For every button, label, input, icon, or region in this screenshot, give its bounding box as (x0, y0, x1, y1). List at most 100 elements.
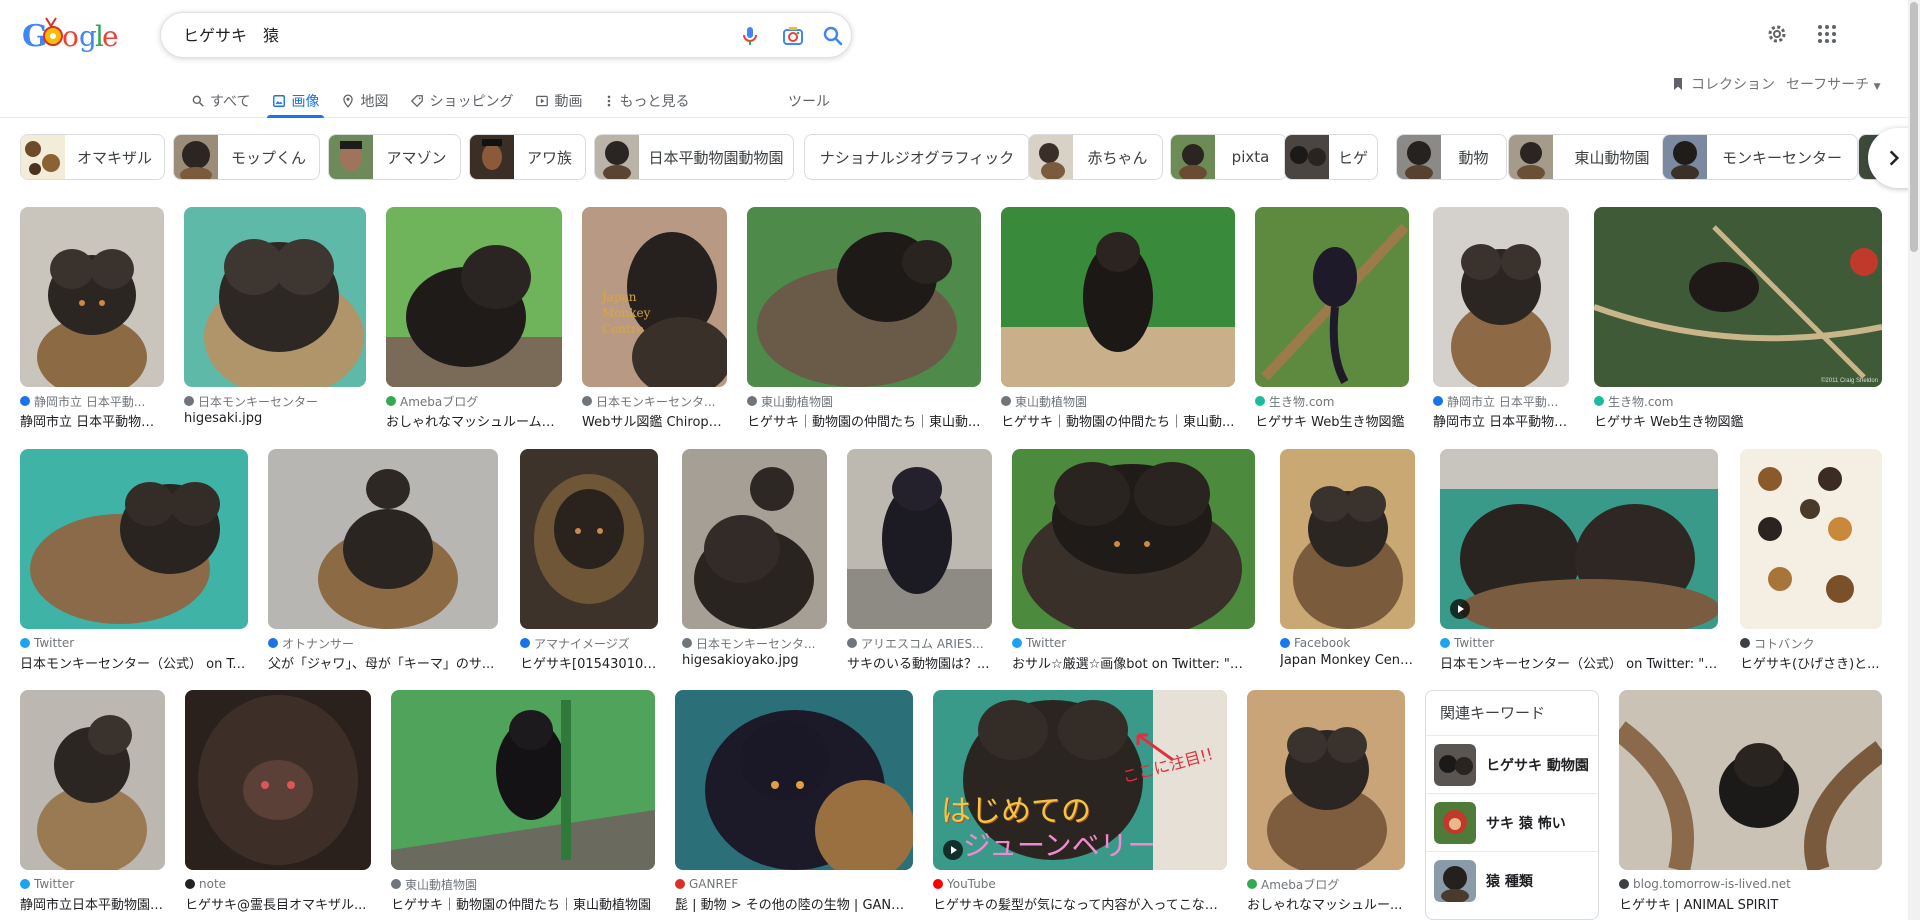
search-input[interactable] (183, 25, 683, 47)
chip[interactable]: モップくん (173, 134, 320, 180)
result-title[interactable]: おしゃれなマッシュルー... (1247, 894, 1405, 912)
result-title[interactable]: ヒゲサキ[01543010452... (520, 653, 658, 671)
image-result[interactable]: Japan Monkey Centre 日本モンキーセンタ... Webサル図鑑… (582, 207, 727, 433)
result-thumbnail[interactable] (682, 449, 827, 629)
image-result[interactable]: Amebaブログ おしゃれなマッシュルーム頭... (386, 207, 562, 433)
result-title[interactable]: 日本モンキーセンター（公式） on Twi... (20, 653, 248, 671)
result-thumbnail[interactable] (20, 690, 165, 870)
result-thumbnail[interactable] (1740, 449, 1882, 629)
safesearch-dropdown[interactable]: セーフサーチ ▼ (1786, 74, 1881, 94)
image-result[interactable]: GANREF 髭 | 動物 > その他の陸の生物 | GANREF (675, 690, 913, 916)
result-title[interactable]: おしゃれなマッシュルーム頭... (386, 411, 562, 429)
result-thumbnail[interactable] (20, 449, 248, 629)
image-result[interactable]: note ヒゲサキ@霊長目オマキザル... (185, 690, 371, 916)
related-keyword-item[interactable]: ヒゲサキ 動物園 (1426, 735, 1598, 793)
result-thumbnail[interactable] (386, 207, 562, 387)
result-title[interactable]: 静岡市立日本平動物園 ... (20, 894, 165, 912)
result-title[interactable]: 父が「ジャワ」、母が「キーマ」のサ... (268, 653, 498, 671)
result-thumbnail[interactable] (184, 207, 366, 387)
chip[interactable]: pixta (1170, 134, 1287, 180)
chip[interactable]: ナショナルジオグラフィック (804, 134, 1030, 180)
result-title[interactable]: おサル☆厳選☆画像bot on Twitter: "ヒゲ... (1012, 653, 1255, 671)
apps-grid-icon[interactable] (1815, 22, 1839, 46)
chip[interactable]: モンキーセンター (1662, 134, 1858, 180)
result-title[interactable]: higesakioyako.jpg (682, 653, 827, 671)
image-result[interactable]: アマナイメージズ ヒゲサキ[01543010452... (520, 449, 658, 675)
image-result[interactable]: 東山動植物園 ヒゲサキ｜動物園の仲間たち｜東山動植物園 (391, 690, 655, 916)
image-result[interactable]: Twitter 日本モンキーセンター（公式） on Twi... (20, 449, 248, 675)
image-result[interactable]: 東山動植物園 ヒゲサキ｜動物園の仲間たち｜東山動... (747, 207, 981, 433)
tab-maps[interactable]: 地図 (330, 84, 399, 118)
tools-button[interactable]: ツール (788, 84, 830, 118)
result-title[interactable]: ヒゲサキの髪型が気になって内容が入ってこない... (933, 894, 1227, 912)
result-thumbnail[interactable] (847, 449, 992, 629)
image-result[interactable]: はじめての ジューンベリー ここに注目!! YouTube ヒゲサキの髪型が気に… (933, 690, 1227, 916)
related-keyword-item[interactable]: サキ 猿 怖い (1426, 793, 1598, 851)
chip[interactable]: 赤ちゃん (1028, 134, 1163, 180)
chip[interactable]: アマゾン (328, 134, 461, 180)
result-thumbnail[interactable] (185, 690, 371, 870)
result-thumbnail[interactable]: ©2011 Craig Sheldon (1594, 207, 1882, 387)
result-title[interactable]: 静岡市立 日本平動物園... (20, 411, 164, 429)
result-title[interactable]: Japan Monkey Centre -... (1280, 653, 1415, 671)
image-result[interactable]: Twitter 静岡市立日本平動物園 ... (20, 690, 165, 916)
result-thumbnail[interactable] (20, 207, 164, 387)
image-result[interactable]: オトナンサー 父が「ジャワ」、母が「キーマ」のサ... (268, 449, 498, 675)
google-logo[interactable]: G o g l e (22, 14, 119, 54)
tab-shopping[interactable]: ショッピング (399, 84, 524, 118)
chip[interactable]: 日本平動物園動物園 (594, 134, 794, 180)
search-box[interactable] (160, 12, 852, 58)
image-result[interactable]: 静岡市立 日本平動... 静岡市立 日本平動物園... (20, 207, 164, 433)
search-icon[interactable] (821, 24, 845, 48)
image-result[interactable]: Twitter 日本モンキーセンター（公式） on Twitter: "ク... (1440, 449, 1718, 675)
result-thumbnail[interactable] (675, 690, 913, 870)
result-thumbnail[interactable] (520, 449, 658, 629)
camera-lens-icon[interactable] (781, 24, 805, 48)
result-title[interactable]: 日本モンキーセンター（公式） on Twitter: "ク... (1440, 653, 1718, 671)
image-result[interactable]: Twitter おサル☆厳選☆画像bot on Twitter: "ヒゲ... (1012, 449, 1255, 675)
related-keyword-item[interactable]: 猿 種類 (1426, 851, 1598, 909)
image-result[interactable]: ©2011 Craig Sheldon 生き物.com ヒゲサキ Web生き物図… (1594, 207, 1882, 433)
result-title[interactable]: ヒゲサキ@霊長目オマキザル... (185, 894, 371, 912)
result-title[interactable]: ヒゲサキ | ANIMAL SPIRIT (1619, 894, 1882, 912)
result-thumbnail[interactable] (1433, 207, 1569, 387)
tab-all[interactable]: すべて (180, 84, 261, 118)
chip[interactable]: 動物 (1396, 134, 1507, 180)
image-result[interactable]: 東山動植物園 ヒゲサキ｜動物園の仲間たち｜東山動... (1001, 207, 1235, 433)
image-result[interactable]: 日本モンキーセンタ... higesakioyako.jpg (682, 449, 827, 675)
chip[interactable]: オマキザル (20, 134, 165, 180)
image-result[interactable]: Amebaブログ おしゃれなマッシュルー... (1247, 690, 1405, 916)
result-thumbnail[interactable] (1619, 690, 1882, 870)
image-result[interactable]: アリエスコム ARIES... サキのいる動物園は？... (847, 449, 992, 675)
tab-more[interactable]: もっと見る (593, 84, 700, 118)
result-thumbnail[interactable]: はじめての ジューンベリー ここに注目!! (933, 690, 1227, 870)
chip[interactable]: 東山動物園 (1508, 134, 1672, 180)
page-scrollbar[interactable] (1908, 0, 1920, 920)
result-thumbnail[interactable] (747, 207, 981, 387)
chip[interactable]: アワ族 (469, 134, 586, 180)
chip[interactable]: ヒゲ (1284, 134, 1378, 180)
result-thumbnail[interactable] (1280, 449, 1415, 629)
image-result[interactable]: Facebook Japan Monkey Centre -... (1280, 449, 1415, 675)
tab-images[interactable]: 画像 (261, 84, 330, 118)
result-title[interactable]: ヒゲサキ(ひげさき)と... (1740, 653, 1882, 671)
collections-link[interactable]: コレクション (1670, 74, 1775, 94)
result-thumbnail[interactable] (391, 690, 655, 870)
result-thumbnail[interactable] (1012, 449, 1255, 629)
result-title[interactable]: Webサル図鑑 Chiropot... (582, 411, 727, 429)
result-thumbnail[interactable]: Japan Monkey Centre (582, 207, 727, 387)
image-result[interactable]: blog.tomorrow-is-lived.net ヒゲサキ | ANIMAL… (1619, 690, 1882, 916)
image-result[interactable]: 生き物.com ヒゲサキ Web生き物図鑑 (1255, 207, 1409, 433)
result-title[interactable]: サキのいる動物園は？... (847, 653, 992, 671)
result-thumbnail[interactable] (268, 449, 498, 629)
result-thumbnail[interactable] (1247, 690, 1405, 870)
settings-gear-icon[interactable] (1765, 22, 1789, 46)
tab-videos[interactable]: 動画 (524, 84, 593, 118)
image-result[interactable]: 日本モンキーセンター higesaki.jpg (184, 207, 366, 433)
result-title[interactable]: 髭 | 動物 > その他の陸の生物 | GANREF (675, 894, 913, 912)
microphone-icon[interactable] (738, 24, 762, 48)
result-title[interactable]: ヒゲサキ Web生き物図鑑 (1255, 411, 1409, 429)
result-title[interactable]: ヒゲサキ｜動物園の仲間たち｜東山動... (747, 411, 981, 429)
image-result[interactable]: コトバンク ヒゲサキ(ひげさき)と... (1740, 449, 1882, 675)
result-title[interactable]: 静岡市立 日本平動物園... (1433, 411, 1569, 429)
